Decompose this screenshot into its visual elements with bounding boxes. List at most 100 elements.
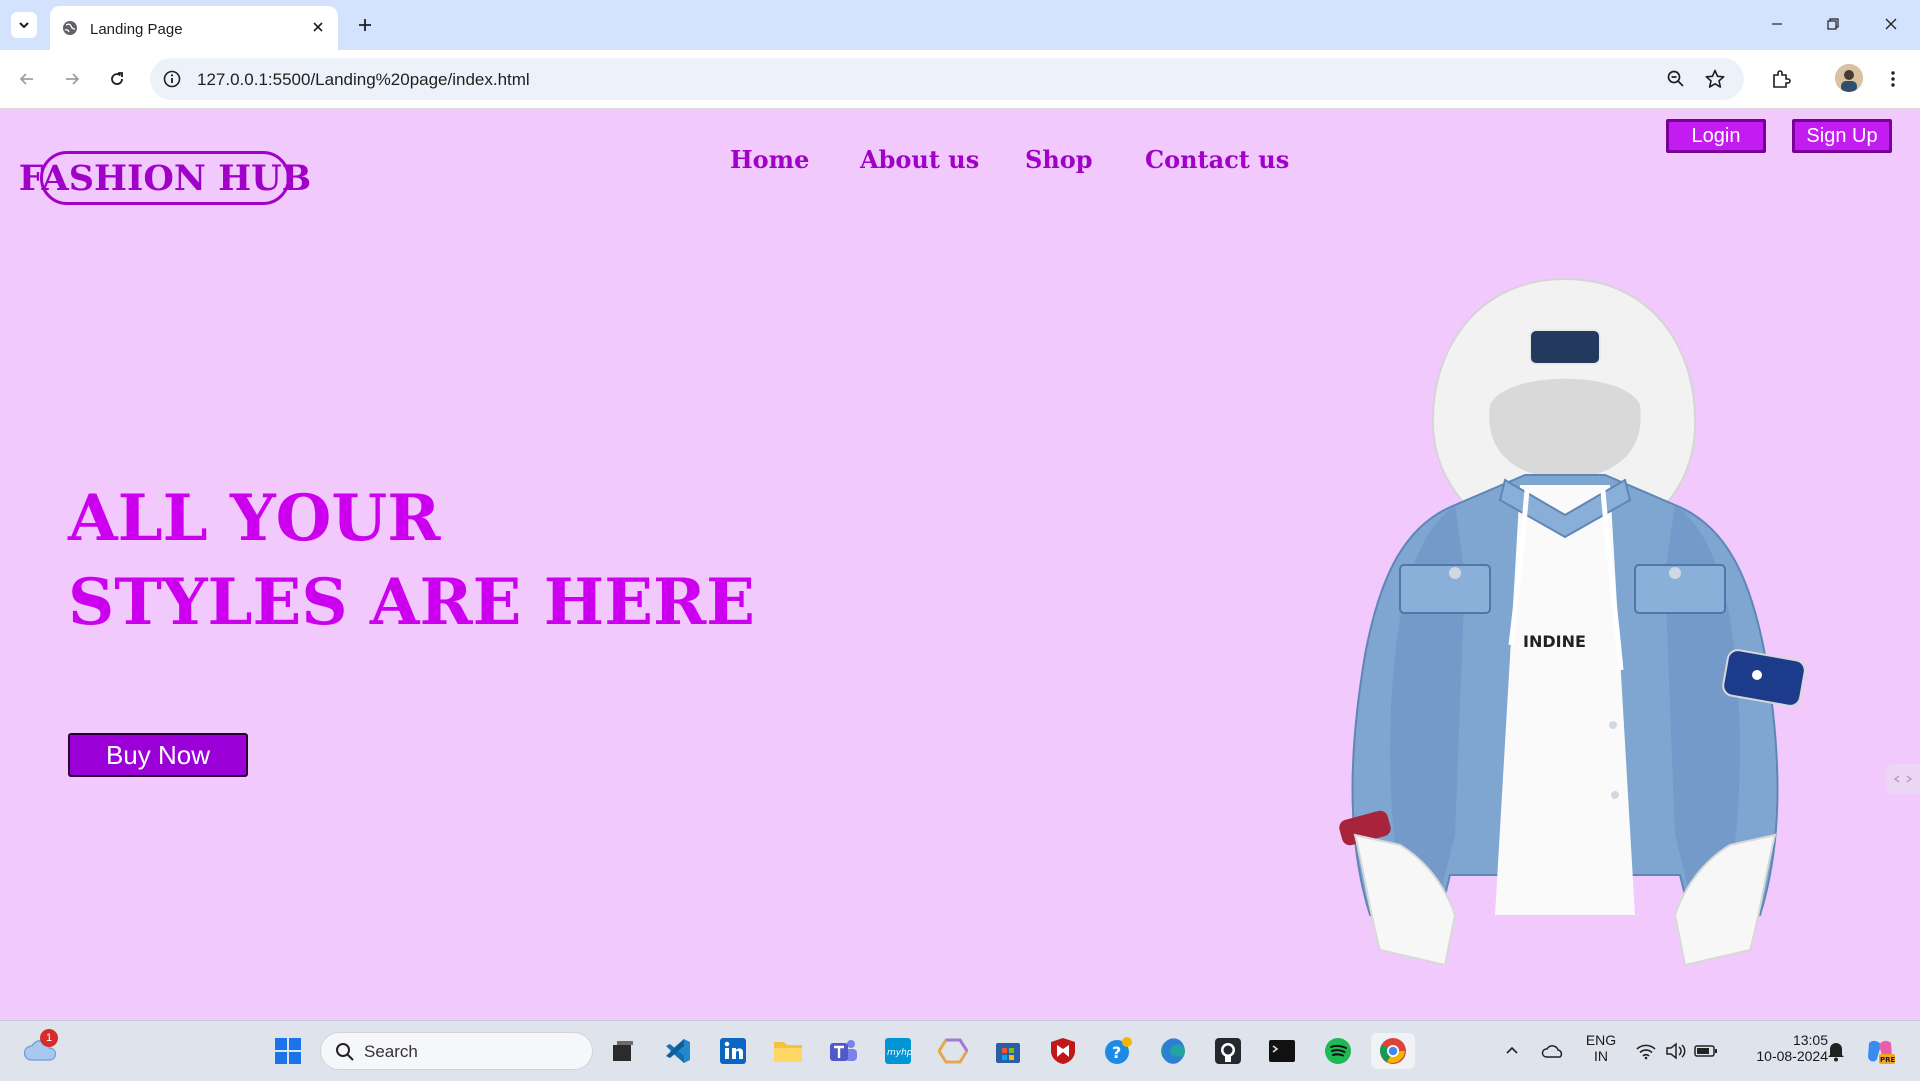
github-icon: [1215, 1038, 1241, 1064]
zoom-icon[interactable]: [1666, 69, 1686, 89]
svg-text:?: ?: [1112, 1043, 1121, 1062]
close-icon: [1885, 18, 1897, 30]
close-tab-button[interactable]: [308, 17, 328, 37]
search-placeholder: Search: [364, 1042, 418, 1061]
address-bar[interactable]: 127.0.0.1:5500/Landing%20page/index.html: [150, 58, 1744, 100]
onedrive-tray[interactable]: [1535, 1033, 1571, 1069]
search-icon: [336, 1043, 354, 1061]
taskbar-search[interactable]: Search: [320, 1032, 593, 1070]
avatar-image: [1835, 64, 1863, 92]
battery-tray[interactable]: [1688, 1033, 1724, 1069]
hero-headline-line1: ALL YOUR: [68, 481, 441, 556]
battery-icon: [1694, 1045, 1717, 1057]
task-view-icon: [613, 1041, 633, 1061]
terminal-icon: [1269, 1040, 1295, 1062]
mcafee-app[interactable]: [1045, 1033, 1081, 1069]
edge-icon: [1161, 1038, 1185, 1064]
start-button[interactable]: [270, 1033, 306, 1069]
language-code: ENG: [1585, 1032, 1617, 1048]
store-app[interactable]: [990, 1033, 1026, 1069]
close-window-button[interactable]: [1876, 10, 1906, 38]
speaker-icon: [1666, 1042, 1686, 1060]
task-view-button[interactable]: [604, 1033, 640, 1069]
minimize-button[interactable]: [1762, 10, 1792, 38]
linkedin-icon: [720, 1038, 746, 1064]
github-desktop-app[interactable]: [1210, 1033, 1246, 1069]
site-info-icon[interactable]: [162, 69, 182, 89]
weather-notification-badge: 1: [40, 1029, 58, 1047]
vscode-app[interactable]: [660, 1033, 696, 1069]
terminal-app[interactable]: [1264, 1033, 1300, 1069]
arrow-right-icon: [66, 73, 80, 85]
forward-button[interactable]: [55, 62, 89, 96]
clock-date: 10-08-2024: [1756, 1048, 1828, 1064]
spotify-app[interactable]: [1320, 1033, 1356, 1069]
tab-search-button[interactable]: [11, 12, 37, 38]
tab-title: Landing Page: [90, 21, 183, 38]
nav-shop[interactable]: Shop: [1025, 145, 1093, 174]
region-code: IN: [1594, 1048, 1608, 1064]
notifications-button[interactable]: [1818, 1033, 1854, 1069]
spotify-icon: [1325, 1038, 1351, 1064]
input-language[interactable]: ENG IN: [1582, 1032, 1620, 1064]
logo-text: FASHION HUB: [18, 157, 312, 199]
extensions-button[interactable]: [1764, 62, 1798, 96]
edge-app[interactable]: [1155, 1033, 1191, 1069]
clock-time: 13:05: [1792, 1032, 1828, 1048]
restore-icon: [1827, 18, 1839, 30]
bookmark-star-icon[interactable]: [1704, 68, 1726, 90]
nav-home[interactable]: Home: [730, 145, 809, 174]
globe-icon: [63, 21, 77, 35]
jacket-product-image: INDINE: [1339, 277, 1806, 965]
teams-app[interactable]: [825, 1033, 861, 1069]
chevron-down-icon: [19, 22, 29, 29]
url-text: 127.0.0.1:5500/Landing%20page/index.html: [197, 70, 530, 89]
login-button[interactable]: Login: [1666, 119, 1766, 153]
ring-app[interactable]: [935, 1033, 971, 1069]
myhp-app[interactable]: myhp: [880, 1033, 916, 1069]
reload-button[interactable]: [100, 62, 134, 96]
vscode-icon: [666, 1039, 690, 1063]
side-panel-toggle[interactable]: [1886, 764, 1920, 794]
cloud-outline-icon: [1541, 1045, 1563, 1058]
tee-print-text: INDINE: [1523, 632, 1586, 651]
store-icon: [996, 1043, 1020, 1063]
wifi-icon: [1636, 1044, 1656, 1060]
bell-icon: [1828, 1043, 1844, 1062]
copilot-button[interactable]: PRE: [1862, 1033, 1898, 1069]
hero-headline-line2: STYLES ARE HERE: [68, 565, 755, 640]
teams-icon: [830, 1040, 857, 1061]
chrome-app[interactable]: [1371, 1033, 1415, 1069]
get-help-app[interactable]: ?: [1100, 1033, 1136, 1069]
plus-icon: [359, 19, 371, 31]
site-logo[interactable]: FASHION HUB: [19, 151, 311, 205]
chevron-up-icon: [1506, 1046, 1518, 1054]
browser-tab-strip: Landing Page: [0, 0, 1920, 50]
signup-button[interactable]: Sign Up: [1792, 119, 1892, 153]
reload-icon: [111, 72, 123, 85]
active-tab[interactable]: Landing Page: [50, 6, 338, 50]
browser-toolbar: 127.0.0.1:5500/Landing%20page/index.html: [0, 50, 1920, 109]
shield-icon: [1051, 1038, 1075, 1064]
browser-menu-button[interactable]: [1876, 62, 1910, 96]
show-hidden-icons-button[interactable]: [1494, 1033, 1530, 1069]
new-tab-button[interactable]: [352, 12, 378, 38]
chevron-left-icon: [1893, 775, 1913, 783]
nav-contact-us[interactable]: Contact us: [1145, 145, 1289, 174]
chrome-icon: [1380, 1038, 1406, 1064]
file-explorer-app[interactable]: [770, 1033, 806, 1069]
profile-avatar[interactable]: [1835, 64, 1863, 92]
landing-page: FASHION HUB Home About us Shop Contact u…: [0, 109, 1920, 1020]
help-icon: ?: [1105, 1037, 1132, 1064]
nav-about-us[interactable]: About us: [860, 145, 979, 174]
folder-icon: [774, 1042, 802, 1062]
copilot-icon: PRE: [1868, 1040, 1895, 1064]
restore-button[interactable]: [1818, 10, 1848, 38]
minimize-icon: [1772, 23, 1782, 25]
puzzle-icon: [1773, 70, 1791, 88]
back-button[interactable]: [10, 62, 44, 96]
linkedin-app[interactable]: [715, 1033, 751, 1069]
windows-taskbar: 1 Search myhp ? ENG IN 13:05 10-08-2024 …: [0, 1020, 1920, 1081]
buy-now-button[interactable]: Buy Now: [68, 733, 248, 777]
clock[interactable]: 13:05 10-08-2024: [1728, 1032, 1828, 1064]
